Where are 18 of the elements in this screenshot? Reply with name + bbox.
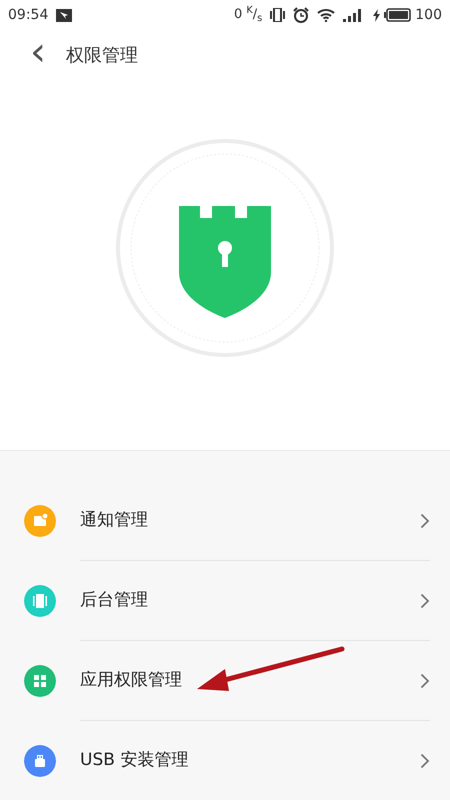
page-title: 权限管理	[66, 44, 138, 68]
charging-icon	[373, 8, 380, 22]
battery-icon	[384, 8, 412, 22]
vibrate-icon	[270, 8, 286, 22]
chevron-right-icon	[420, 672, 430, 688]
wifi-icon	[317, 8, 336, 22]
status-time: 09:54	[8, 6, 48, 24]
chevron-right-icon	[420, 753, 430, 769]
menu-item-label[interactable]: 后台管理	[80, 588, 148, 614]
chevron-right-icon	[420, 592, 430, 608]
battery-level: 100	[415, 6, 442, 24]
menu-item-label[interactable]: 通知管理	[80, 508, 148, 534]
network-speed: 0 $^{K}$/$_{s}$	[234, 5, 262, 25]
chevron-right-icon	[420, 512, 430, 528]
alarm-icon	[293, 7, 310, 23]
menu-item-label[interactable]: 应用权限管理	[80, 668, 182, 694]
menu-item-label[interactable]: USB 安装管理	[80, 748, 188, 774]
back-button[interactable]: ‹	[22, 32, 54, 72]
